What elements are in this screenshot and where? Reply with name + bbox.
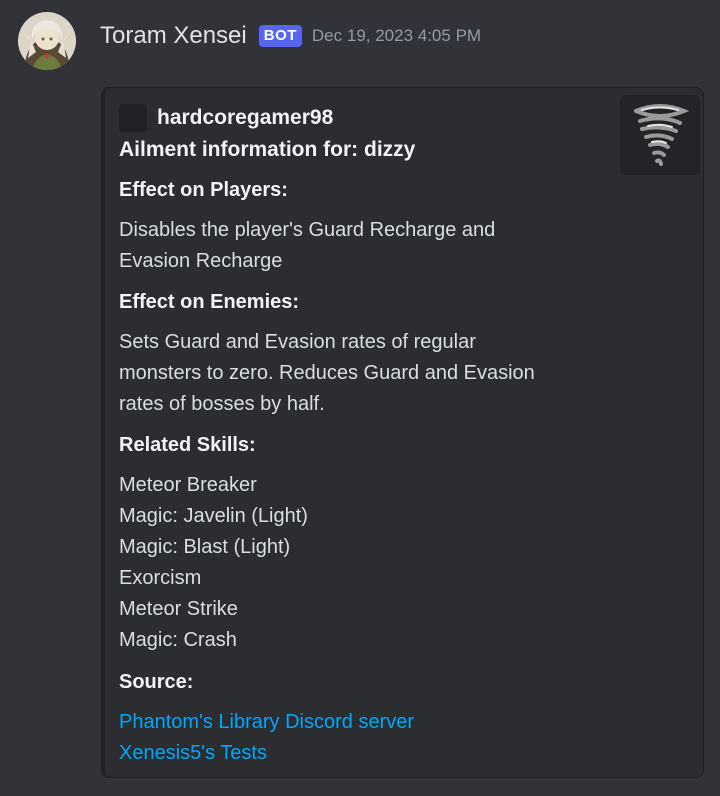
message-header: Toram Xensei BOT Dec 19, 2023 4:05 PM [100,20,481,52]
field-value-skills: Meteor Breaker Magic: Javelin (Light) Ma… [119,470,599,656]
skill-item: Magic: Blast (Light) [119,536,291,558]
embed-thumbnail[interactable] [620,95,700,175]
field-name-source: Source: [119,671,194,693]
field-value-players: Disables the player's Guard Recharge and… [119,215,599,277]
enemies-line: monsters to zero. Reduces Guard and Evas… [119,362,535,384]
field-value-enemies: Sets Guard and Evasion rates of regular … [119,327,599,420]
players-line: Evasion Recharge [119,250,283,272]
bot-avatar[interactable] [18,12,76,70]
message-timestamp[interactable]: Dec 19, 2023 4:05 PM [312,24,481,48]
skill-item: Magic: Javelin (Light) [119,505,308,527]
skill-item: Meteor Strike [119,598,238,620]
field-name-players: Effect on Players: [119,179,288,201]
chat-message: Toram Xensei BOT Dec 19, 2023 4:05 PM ha… [0,0,720,796]
enemies-line: rates of bosses by half. [119,393,325,415]
embed-title: Ailment information for: dizzy [119,138,416,161]
players-line: Disables the player's Guard Recharge and [119,219,496,241]
embed-author-avatar [119,104,147,132]
enemies-line: Sets Guard and Evasion rates of regular [119,331,476,353]
tornado-icon [634,104,690,166]
bot-badge: BOT [258,25,302,47]
skill-item: Meteor Breaker [119,474,257,496]
author-name[interactable]: Toram Xensei [100,20,247,52]
embed-author-name[interactable]: hardcoregamer98 [157,104,333,132]
field-name-enemies: Effect on Enemies: [119,291,300,313]
field-value-source: Phantom's Library Discord server Xenesis… [119,707,599,769]
source-link-library[interactable]: Phantom's Library Discord server [119,707,599,738]
skill-item: Exorcism [119,567,202,589]
ailment-embed: hardcoregamer98 Ailment information for:… [101,87,704,778]
avatar-elf-portrait [18,12,76,70]
embed-author: hardcoregamer98 [119,104,333,132]
source-link-tests[interactable]: Xenesis5's Tests [119,738,599,769]
skill-item: Magic: Crash [119,629,237,651]
field-name-skills: Related Skills: [119,434,256,456]
